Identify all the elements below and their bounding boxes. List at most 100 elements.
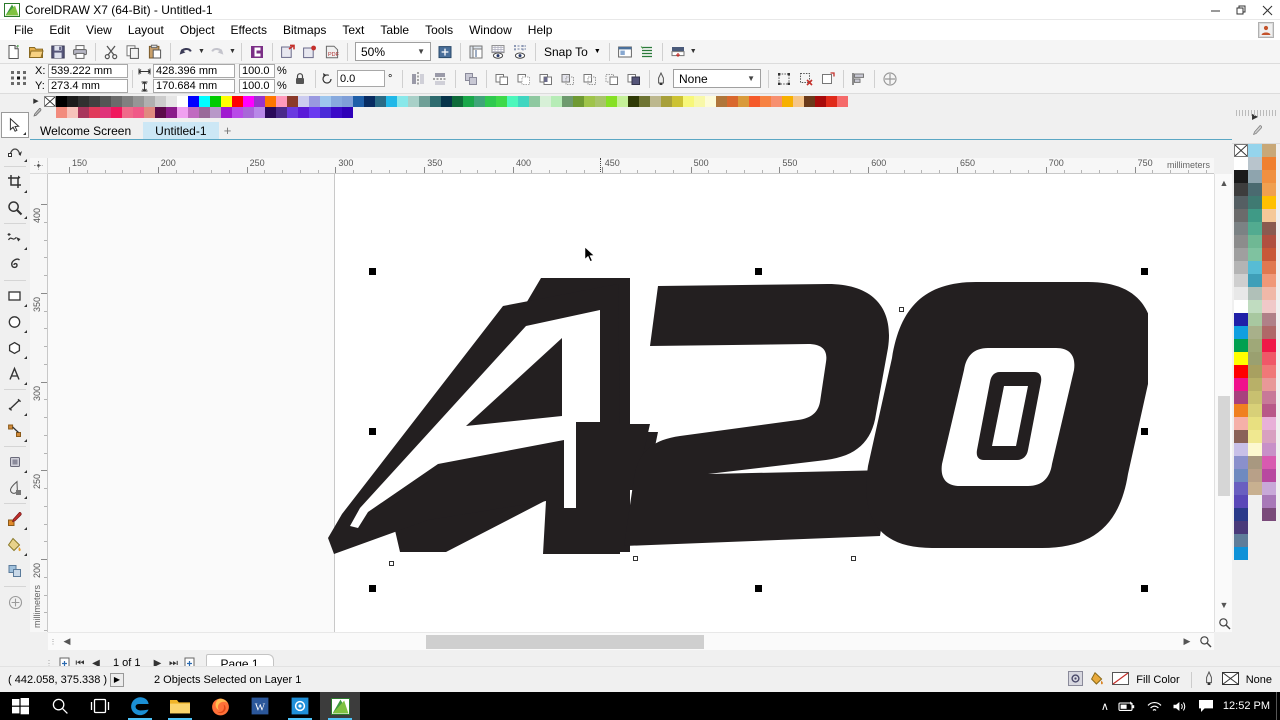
palette-swatch[interactable] [1248,339,1262,352]
palette-swatch[interactable] [617,96,628,107]
palette-swatch[interactable] [1234,248,1248,261]
palette-swatch[interactable] [232,96,243,107]
palette-swatch[interactable] [1234,391,1248,404]
tool-flyout-arrow-icon[interactable] [24,159,27,162]
palette-swatch[interactable] [1248,443,1262,456]
palette-swatch[interactable] [1234,313,1248,326]
lock-ratio-icon[interactable] [289,68,311,90]
palette-swatch[interactable] [584,96,595,107]
palette-swatch[interactable] [518,96,529,107]
task-view-button[interactable] [80,692,120,720]
palette-swatch[interactable] [1262,222,1276,235]
palette-swatch[interactable] [89,96,100,107]
tab-welcome-screen[interactable]: Welcome Screen [28,122,144,139]
zoom-navigator-button[interactable] [1215,614,1233,632]
palette-swatch[interactable] [1248,222,1262,235]
palette-swatch[interactable] [1262,170,1276,183]
palette-swatch[interactable] [221,107,232,118]
palette-swatch[interactable] [562,96,573,107]
tool-flyout-arrow-icon[interactable] [24,247,27,250]
drop-shadow-tool[interactable] [1,449,29,475]
palette-swatch[interactable] [331,107,342,118]
add-tab-button[interactable]: + [219,122,237,139]
menu-edit[interactable]: Edit [41,20,78,40]
palette-swatch[interactable] [1248,469,1262,482]
back-minus-front-icon[interactable] [601,68,623,90]
palette-swatch[interactable] [1234,495,1248,508]
show-desktop-button[interactable] [1276,692,1280,720]
maximize-restore-button[interactable] [1228,0,1254,20]
menu-view[interactable]: View [78,20,120,40]
palette-swatch[interactable] [320,96,331,107]
palette-swatch[interactable] [320,107,331,118]
menu-table[interactable]: Table [372,20,417,40]
coreldraw-taskbar-button[interactable] [320,692,360,720]
palette-swatch[interactable] [111,96,122,107]
palette-swatch[interactable] [1248,326,1262,339]
palette-swatch[interactable] [199,107,210,118]
palette-swatch[interactable] [144,96,155,107]
palette-swatch[interactable] [276,96,287,107]
copy-icon[interactable] [122,41,144,63]
palette-swatch[interactable] [1234,209,1248,222]
palette-swatch[interactable] [210,96,221,107]
palette-swatch[interactable] [1248,391,1262,404]
camera-app-button[interactable] [280,692,320,720]
redo-dropdown-arrow-icon[interactable]: ▼ [228,41,237,63]
scale-vertical-input[interactable]: 100.0 [239,79,275,93]
object-height-input[interactable]: 170.684 mm [153,79,235,93]
fill-swatch-icon[interactable] [1068,670,1084,689]
palette-swatch[interactable] [1234,469,1248,482]
palette-swatch[interactable] [78,107,89,118]
tool-flyout-arrow-icon[interactable] [24,413,27,416]
palette-swatch[interactable] [1234,352,1248,365]
scale-horizontal-input[interactable]: 100.0 [239,64,275,78]
crop-tool[interactable] [1,169,29,195]
palette-swatch[interactable] [386,96,397,107]
group-icon[interactable] [460,68,482,90]
palette-swatch[interactable] [188,96,199,107]
snap-to-dropdown[interactable]: Snap To ▼ [540,41,605,63]
palette-swatch[interactable] [705,96,716,107]
palette-swatch[interactable] [1262,209,1276,222]
object-width-input[interactable]: 428.396 mm [153,64,235,78]
palette-swatch[interactable] [1248,417,1262,430]
open-document-icon[interactable] [25,41,47,63]
palette-swatch[interactable] [342,107,353,118]
tool-flyout-arrow-icon[interactable] [24,382,27,385]
palette-swatch[interactable] [573,96,584,107]
palette-swatch[interactable] [375,96,386,107]
menu-tools[interactable]: Tools [417,20,461,40]
scroll-left-button[interactable]: ◀ [58,633,76,651]
palette-swatch[interactable] [1262,313,1276,326]
palette-swatch[interactable] [1234,534,1248,547]
print-icon[interactable] [69,41,91,63]
palette-swatch[interactable] [551,96,562,107]
menu-bitmaps[interactable]: Bitmaps [275,20,334,40]
palette-swatch[interactable] [309,107,320,118]
palette-swatch[interactable] [507,96,518,107]
palette-swatch[interactable] [1262,196,1276,209]
rotation-angle-input[interactable]: 0.0 [337,70,385,87]
palette-swatch[interactable] [1234,196,1248,209]
palette-swatch[interactable] [144,107,155,118]
boundary-icon[interactable] [623,68,645,90]
palette-swatch[interactable] [67,96,78,107]
text-tool[interactable] [1,361,29,387]
palette-swatch[interactable] [243,96,254,107]
palette-swatch[interactable] [1262,274,1276,287]
palette-swatch[interactable] [177,96,188,107]
x-position-input[interactable]: 539.222 mm [48,64,128,78]
palette-swatch[interactable] [672,96,683,107]
menu-window[interactable]: Window [461,20,520,40]
palette-swatch[interactable] [1234,417,1248,430]
palette-swatch[interactable] [56,107,67,118]
palette-swatch[interactable] [1248,157,1262,170]
palette-swatch[interactable] [331,96,342,107]
palette-swatch[interactable] [1262,261,1276,274]
palette-swatch[interactable] [67,107,78,118]
clock[interactable]: 12:52 PM [1223,700,1270,712]
scroll-right-button[interactable]: ▶ [1178,633,1196,651]
palette-swatch[interactable] [749,96,760,107]
palette-swatch[interactable] [1248,170,1262,183]
